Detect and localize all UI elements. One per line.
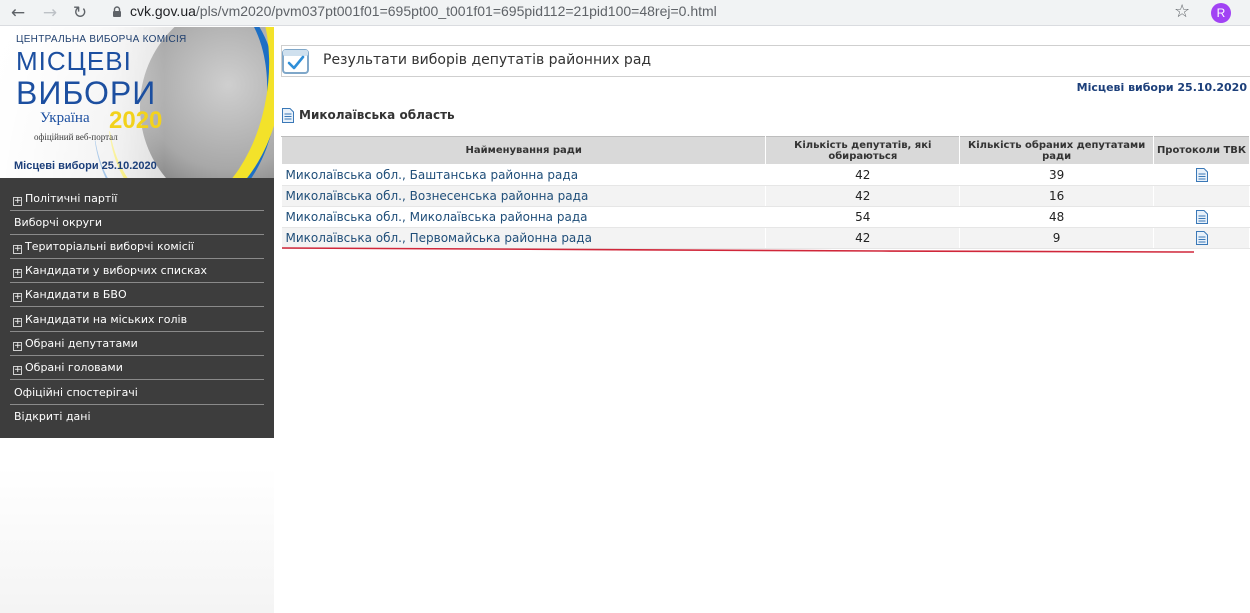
avatar[interactable]: R (1211, 3, 1231, 23)
banner-organization: ЦЕНТРАЛЬНА ВИБОРЧА КОМІСІЯ (16, 34, 187, 45)
council-link[interactable]: Миколаївська обл., Вознесенська районна … (281, 185, 767, 207)
sidebar-item-label: Офіційні спостерігачі (14, 386, 138, 399)
banner-title-line1: МІСЦЕВІ (16, 46, 132, 76)
sidebar-item-label: Кандидати в БВО (25, 288, 127, 301)
browser-toolbar: ← → ↻ cvk.gov.ua/pls/vm2020/pvm037pt001f… (0, 0, 1250, 26)
results-table: Найменування ради Кількість депутатів, я… (280, 136, 1250, 249)
sidebar-item-label: Відкриті дані (14, 410, 91, 423)
table-row: Миколаївська обл., Вознесенська районна … (281, 185, 1250, 207)
sidebar-item-elected-heads[interactable]: + Обрані головами (10, 356, 264, 380)
site-banner[interactable]: ЦЕНТРАЛЬНА ВИБОРЧА КОМІСІЯ МІСЦЕВІ ВИБОР… (0, 27, 274, 178)
document-icon[interactable] (1195, 210, 1208, 225)
sidebar-item-electoral-districts[interactable]: Виборчі округи (10, 211, 264, 235)
elected-cell: 48 (959, 206, 1155, 228)
page-title: Результати виборів депутатів районних ра… (323, 52, 652, 68)
column-header-name: Найменування ради (280, 136, 767, 165)
sidebar-item-label: Територіальні виборчі комісії (25, 240, 194, 253)
elected-cell: 39 (959, 164, 1155, 186)
checkbox-icon (282, 49, 309, 74)
sidebar-menu: + Політичні партії Виборчі округи + Терито… (0, 178, 274, 438)
document-icon (282, 108, 294, 123)
forward-arrow-icon[interactable]: → (40, 3, 60, 23)
sidebar-item-label: Обрані депутатами (25, 337, 138, 350)
sidebar-item-label: Кандидати у виборчих списках (25, 264, 208, 277)
table-header-row: Найменування ради Кількість депутатів, я… (280, 136, 1250, 165)
document-icon[interactable] (1195, 231, 1208, 246)
banner-year: 2020 (109, 107, 163, 134)
expand-plus-icon[interactable]: + (13, 269, 22, 278)
expand-plus-icon[interactable]: + (13, 245, 22, 254)
address-bar[interactable]: cvk.gov.ua/pls/vm2020/pvm037pt001f01=695… (100, 1, 1202, 24)
sidebar-item-label: Політичні партії (25, 192, 118, 205)
column-header-elected: Кількість обраних депутатами ради (959, 136, 1155, 165)
sidebar-item-bvo-candidates[interactable]: + Кандидати в БВО (10, 283, 264, 307)
banner-date-label[interactable]: Місцеві вибори 25.10.2020 (14, 160, 157, 172)
lock-icon (113, 6, 121, 17)
seats-cell: 42 (765, 164, 961, 186)
seats-cell: 54 (765, 206, 961, 228)
sidebar-item-open-data[interactable]: Відкриті дані (10, 405, 264, 429)
document-icon[interactable] (1195, 168, 1208, 183)
elected-cell: 16 (959, 185, 1155, 207)
sidebar-item-official-observers[interactable]: Офіційні спостерігачі (10, 381, 264, 405)
protocol-cell (1153, 164, 1250, 186)
red-underline-annotation (282, 247, 1194, 253)
protocol-cell (1153, 206, 1250, 228)
star-icon[interactable]: ☆ (1174, 1, 1190, 23)
sidebar-item-label: Обрані головами (25, 361, 123, 374)
left-column: ЦЕНТРАЛЬНА ВИБОРЧА КОМІСІЯ МІСЦЕВІ ВИБОР… (0, 27, 274, 613)
seats-cell: 42 (765, 185, 961, 207)
table-row: Миколаївська обл., Миколаївська районна … (281, 206, 1250, 228)
expand-plus-icon[interactable]: + (13, 318, 22, 327)
table-row: Миколаївська обл., Баштанська районна ра… (281, 164, 1250, 186)
reload-icon[interactable]: ↻ (70, 3, 90, 23)
expand-plus-icon[interactable]: + (13, 366, 22, 375)
sidebar-item-label: Кандидати на міських голів (25, 313, 188, 326)
sidebar-item-territorial-commissions[interactable]: + Територіальні виборчі комісії (10, 235, 264, 259)
banner-portal: офіційний веб-портал (34, 132, 118, 142)
url-text: cvk.gov.ua/pls/vm2020/pvm037pt001f01=695… (130, 3, 717, 19)
sidebar-item-elected-deputies[interactable]: + Обрані депутатами (10, 332, 264, 356)
protocol-cell (1153, 185, 1250, 207)
banner-country: Україна (40, 110, 90, 126)
expand-plus-icon[interactable]: + (13, 197, 22, 206)
sidebar-item-political-parties[interactable]: + Політичні партії (10, 187, 264, 211)
expand-plus-icon[interactable]: + (13, 293, 22, 302)
sidebar-item-list-candidates[interactable]: + Кандидати у виборчих списках (10, 259, 264, 283)
sidebar-item-label: Виборчі округи (14, 216, 103, 229)
council-link[interactable]: Миколаївська обл., Миколаївська районна … (281, 206, 767, 228)
council-link[interactable]: Миколаївська обл., Баштанська районна ра… (281, 164, 767, 186)
election-date-link[interactable]: Місцеві вибори 25.10.2020 (1077, 81, 1247, 94)
column-header-seats: Кількість депутатів, які обираються (765, 136, 961, 165)
region-title: Миколаївська область (299, 108, 455, 122)
back-arrow-icon[interactable]: ← (8, 3, 28, 23)
expand-plus-icon[interactable]: + (13, 342, 22, 351)
sidebar-item-mayor-candidates[interactable]: + Кандидати на міських голів (10, 308, 264, 332)
column-header-protocols: Протоколи ТВК (1153, 136, 1250, 165)
